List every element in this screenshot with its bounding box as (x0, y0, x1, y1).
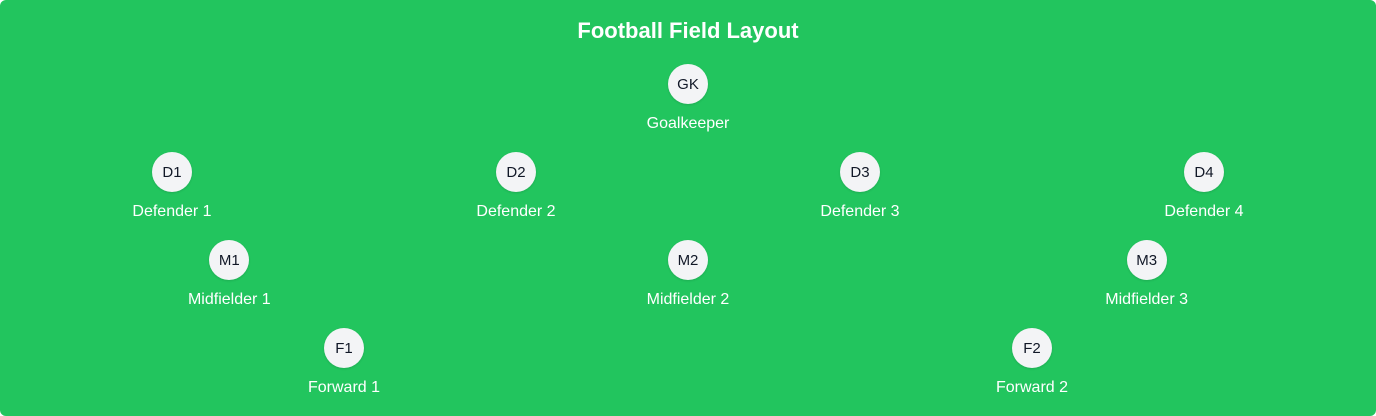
player-label: Midfielder 1 (187, 291, 271, 308)
player-label: Midfielder 3 (1105, 291, 1188, 308)
player-defender-3: D3 Defender 3 (770, 152, 950, 222)
player-label: Forward 2 (995, 379, 1069, 396)
goalkeeper-row: GK Goalkeeper (0, 64, 1376, 144)
player-midfielder-2: M2 Midfielder 2 (598, 240, 778, 310)
player-label: Midfielder 2 (646, 291, 730, 308)
player-midfielder-1: M1 Midfielder 1 (139, 240, 319, 310)
player-marker: D4 (1184, 152, 1224, 192)
midfielders-row: M1 Midfielder 1 M2 Midfielder 2 M3 Midfi… (0, 240, 1376, 320)
player-label: Defender 4 (1164, 203, 1244, 220)
player-defender-2: D2 Defender 2 (426, 152, 606, 222)
defenders-row: D1 Defender 1 D2 Defender 2 D3 Defender … (0, 152, 1376, 232)
player-forward-2: F2 Forward 2 (942, 328, 1122, 398)
player-marker: M2 (667, 240, 708, 280)
player-marker: D2 (496, 152, 536, 192)
player-marker: GK (668, 64, 708, 104)
player-marker: M3 (1126, 240, 1167, 280)
player-label: Defender 2 (476, 203, 556, 220)
player-marker: D3 (840, 152, 880, 192)
player-midfielder-3: M3 Midfielder 3 (1057, 240, 1237, 310)
player-marker: F1 (324, 328, 364, 368)
player-label: Defender 3 (820, 203, 900, 220)
player-goalkeeper: GK Goalkeeper (598, 64, 778, 134)
player-marker: D1 (152, 152, 192, 192)
player-label: Defender 1 (132, 203, 212, 220)
field-title: Football Field Layout (577, 18, 799, 43)
player-label: Goalkeeper (646, 115, 730, 132)
player-defender-4: D4 Defender 4 (1114, 152, 1294, 222)
forwards-row: F1 Forward 1 F2 Forward 2 (0, 328, 1376, 408)
player-marker: F2 (1012, 328, 1052, 368)
player-label: Forward 1 (307, 379, 381, 396)
player-defender-1: D1 Defender 1 (82, 152, 262, 222)
player-marker: M1 (209, 240, 250, 280)
football-field: Football Field Layout GK Goalkeeper D1 D… (0, 0, 1376, 416)
player-forward-1: F1 Forward 1 (254, 328, 434, 398)
